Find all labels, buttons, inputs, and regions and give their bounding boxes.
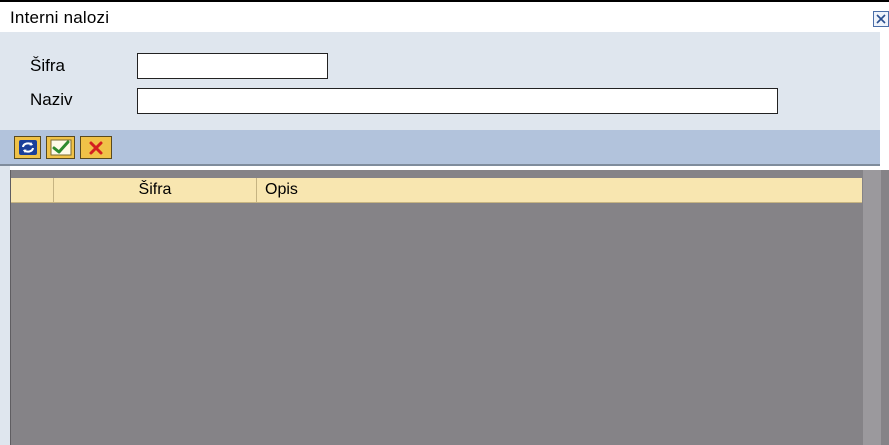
cancel-x-icon bbox=[89, 141, 103, 154]
cancel-button[interactable] bbox=[80, 136, 112, 159]
checkmark-icon bbox=[50, 139, 71, 156]
naziv-input[interactable] bbox=[137, 88, 778, 114]
row-selector-header[interactable] bbox=[11, 178, 54, 202]
close-icon[interactable] bbox=[873, 11, 889, 27]
naziv-label: Naziv bbox=[30, 90, 73, 109]
confirm-button[interactable] bbox=[46, 136, 75, 159]
sifra-label: Šifra bbox=[30, 56, 65, 75]
sifra-input[interactable] bbox=[137, 53, 328, 79]
refresh-button[interactable] bbox=[14, 136, 41, 159]
vertical-scrollbar[interactable] bbox=[863, 170, 881, 445]
filter-form: Šifra Naziv bbox=[0, 32, 880, 130]
table-header: Šifra Opis bbox=[11, 178, 862, 203]
close-glyph bbox=[876, 14, 886, 24]
refresh-icon bbox=[18, 140, 37, 155]
results-table: Šifra Opis bbox=[10, 170, 889, 445]
column-header-sifra[interactable]: Šifra bbox=[54, 178, 257, 202]
toolbar bbox=[0, 130, 880, 166]
window-title: Interni nalozi bbox=[10, 8, 110, 27]
left-gutter bbox=[0, 166, 10, 445]
column-header-opis[interactable]: Opis bbox=[257, 178, 862, 202]
window-titlebar: Interni nalozi bbox=[0, 0, 889, 30]
